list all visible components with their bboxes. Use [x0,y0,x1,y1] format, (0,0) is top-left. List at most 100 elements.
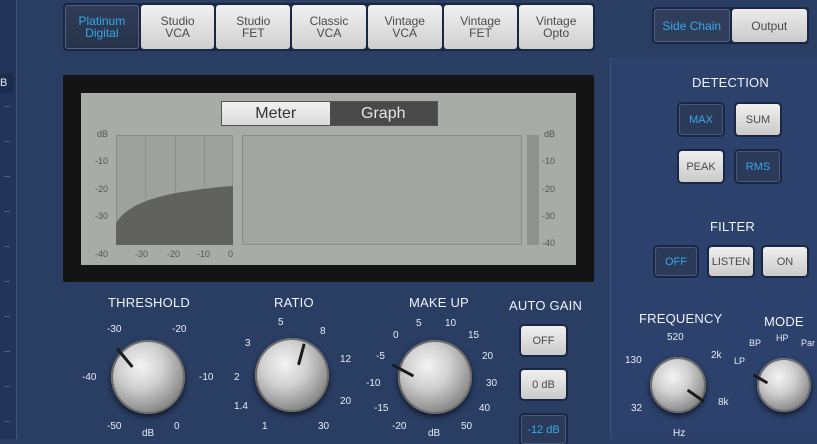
filter-title: FILTER [710,219,756,234]
left-tick [4,106,10,107]
scale-label: -10 [95,156,109,166]
detection-max-button[interactable]: MAX [679,104,723,135]
makeup-knob[interactable] [398,340,472,414]
threshold-scale: -30 [107,324,122,335]
makeup-scale: 10 [445,318,457,329]
left-tick [4,316,10,317]
scale-label: dB [97,129,109,139]
meter-tab[interactable]: Meter [222,102,330,125]
right-scale-label: -10 [542,156,556,166]
ratio-scale: 3 [245,338,251,349]
makeup-scale: 0 [393,330,399,341]
ratio-scale: 1 [262,421,268,432]
makeup-scale: 50 [461,421,473,432]
makeup-scale: -20 [392,421,407,432]
right-scale-label: -30 [542,211,556,221]
threshold-title: THRESHOLD [108,295,190,310]
left-tick [4,386,10,387]
graph-tab[interactable]: Graph [329,102,437,125]
bottom-scale-label: -10 [197,249,211,259]
left-tick [4,176,10,177]
right-scale-label: dB [544,129,556,139]
threshold-scale: -10 [199,372,214,383]
left-tick [4,351,10,352]
left-tick [4,211,10,212]
filter-on-button[interactable]: ON [763,247,807,276]
detection-peak-button[interactable]: PEAK [679,151,723,182]
scale-label: -40 [95,249,109,259]
ratio-scale: 2 [234,372,240,383]
mode-scale: LP [734,356,746,366]
model-vintage-fet-button[interactable]: Vintage FET [443,5,518,49]
threshold-scale: -50 [107,421,122,432]
mode-scale: Par [801,338,816,348]
auto-gain-minus12-button[interactable]: -12 dB [521,415,566,444]
threshold-scale: 0 [174,421,180,432]
ratio-title: RATIO [274,295,314,310]
auto-gain-0db-button[interactable]: 0 dB [521,370,566,399]
right-scale-label: -40 [542,238,556,248]
frequency-scale: 130 [625,355,642,366]
meter-graph-switch: Meter Graph [221,101,438,126]
auto-gain-off-button[interactable]: OFF [521,326,566,355]
ratio-knob[interactable] [255,338,329,412]
makeup-scale: 15 [468,330,480,341]
frequency-scale: 2k [711,350,722,361]
transfer-curve-fill [116,186,233,245]
detection-rms-button[interactable]: RMS [736,151,780,182]
left-tick [4,421,10,422]
frequency-unit: Hz [673,428,686,439]
model-studio-vca-button[interactable]: Studio VCA [140,5,215,49]
transfer-curve [116,186,233,245]
makeup-scale: 20 [482,351,494,362]
model-platinum-digital-button[interactable]: Platinum Digital [65,5,139,49]
model-vintage-opto-button[interactable]: Vintage Opto [519,5,594,49]
left-tag: B [0,73,14,93]
right-scale-label: -20 [542,184,556,194]
ratio-scale: 20 [340,396,352,407]
model-classic-vca-button[interactable]: Classic VCA [292,5,366,49]
bottom-scale-label: -30 [135,249,149,259]
makeup-scale: 5 [416,318,422,329]
threshold-unit: dB [142,428,155,439]
frequency-scale: 8k [718,397,729,408]
model-selector: Platinum Digital Studio VCA Studio FET C… [63,3,595,51]
frequency-title: FREQUENCY [639,311,723,326]
ratio-scale: 5 [278,317,284,328]
left-strip [0,0,17,439]
makeup-scale: 30 [486,378,498,389]
makeup-scale: -15 [374,403,389,414]
threshold-scale: -40 [82,372,97,383]
output-button[interactable]: Output [731,9,807,42]
auto-gain-title: AUTO GAIN [509,298,583,313]
mode-scale: BP [749,338,762,348]
side-chain-button[interactable]: Side Chain [654,9,730,42]
left-tick [4,141,10,142]
ratio-scale: 30 [318,421,330,432]
makeup-scale: 40 [479,403,491,414]
bottom-scale-label: 0 [228,249,234,259]
model-studio-fet-button[interactable]: Studio FET [216,5,291,49]
frequency-knob[interactable] [650,357,706,413]
meter-history [242,135,522,245]
makeup-title: MAKE UP [409,295,469,310]
makeup-scale: -10 [366,378,381,389]
ratio-scale: 1.4 [234,401,248,412]
frequency-scale: 32 [631,403,643,414]
threshold-scale: -20 [172,324,187,335]
threshold-knob[interactable] [111,340,185,414]
scale-label: -20 [95,184,109,194]
mode-knob[interactable] [757,358,811,412]
ratio-scale: 8 [320,326,326,337]
filter-off-button[interactable]: OFF [655,247,697,276]
mode-title: MODE [764,314,804,329]
bottom-scale-label: -20 [167,249,181,259]
model-vintage-vca-button[interactable]: Vintage VCA [367,5,442,49]
frequency-scale: 520 [667,332,684,343]
ratio-scale: 12 [340,354,352,365]
filter-listen-button[interactable]: LISTEN [709,247,753,276]
makeup-scale: -5 [376,351,385,362]
detection-sum-button[interactable]: SUM [736,104,780,135]
level-bar [527,135,539,245]
makeup-unit: dB [428,428,441,439]
